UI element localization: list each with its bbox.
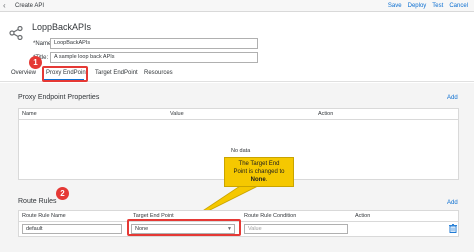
callout-line-1: The Target End — [238, 161, 280, 167]
route-rules-title: Route Rules — [18, 198, 57, 205]
callout-note: The Target End Point is changed to None. — [224, 157, 294, 187]
callout-line-3-wrap: None. — [225, 176, 293, 184]
chevron-left-icon[interactable]: ‹ — [3, 1, 6, 11]
route-rule-name-input[interactable]: default — [22, 224, 122, 234]
callout-emphasis: None — [250, 177, 266, 183]
toolbar-actions: Save Deploy Test Cancel — [388, 2, 468, 10]
highlight-target-select-box — [127, 219, 241, 236]
annotation-badge-2: 2 — [56, 187, 69, 200]
title-field[interactable]: A sample loop back APIs — [50, 52, 258, 63]
name-field[interactable]: LoopBackAPIs — [50, 38, 258, 49]
tab-overview[interactable]: Overview — [11, 69, 36, 77]
deploy-button[interactable]: Deploy — [408, 2, 427, 10]
route-rule-condition-input[interactable]: Value — [244, 224, 348, 234]
callout-line-2: Point is changed to — [233, 169, 285, 175]
column-header-action: Action — [318, 111, 334, 117]
api-proxy-name: LoppBackAPIs — [32, 22, 92, 32]
share-icon — [9, 26, 23, 40]
column-header-action: Action — [355, 213, 371, 219]
column-header-name: Name — [22, 111, 37, 117]
top-bar: ‹ Create API Save Deploy Test Cancel — [0, 0, 474, 12]
callout-line-3-suffix: . — [265, 177, 268, 183]
tab-target-endpoint[interactable]: Target EndPoint — [95, 69, 138, 77]
column-header-route-rule-condition: Route Rule Condition — [244, 213, 297, 219]
highlight-tab-box — [42, 66, 88, 82]
table-header-divider — [19, 119, 458, 120]
add-route-rule-button[interactable]: Add — [447, 199, 458, 207]
test-button[interactable]: Test — [432, 2, 443, 10]
empty-table-text: No data — [231, 148, 251, 154]
column-header-value: Value — [170, 111, 184, 117]
page-title: Create API — [15, 3, 45, 9]
add-property-button[interactable]: Add — [447, 94, 458, 102]
trash-icon[interactable] — [449, 224, 457, 233]
column-header-route-rule-name: Route Rule Name — [22, 213, 66, 219]
cancel-button[interactable]: Cancel — [449, 2, 468, 10]
annotation-badge-1: 1 — [29, 56, 42, 69]
proxy-endpoint-properties-title: Proxy Endpoint Properties — [18, 94, 100, 101]
save-button[interactable]: Save — [388, 2, 402, 10]
tab-resources[interactable]: Resources — [144, 69, 173, 77]
